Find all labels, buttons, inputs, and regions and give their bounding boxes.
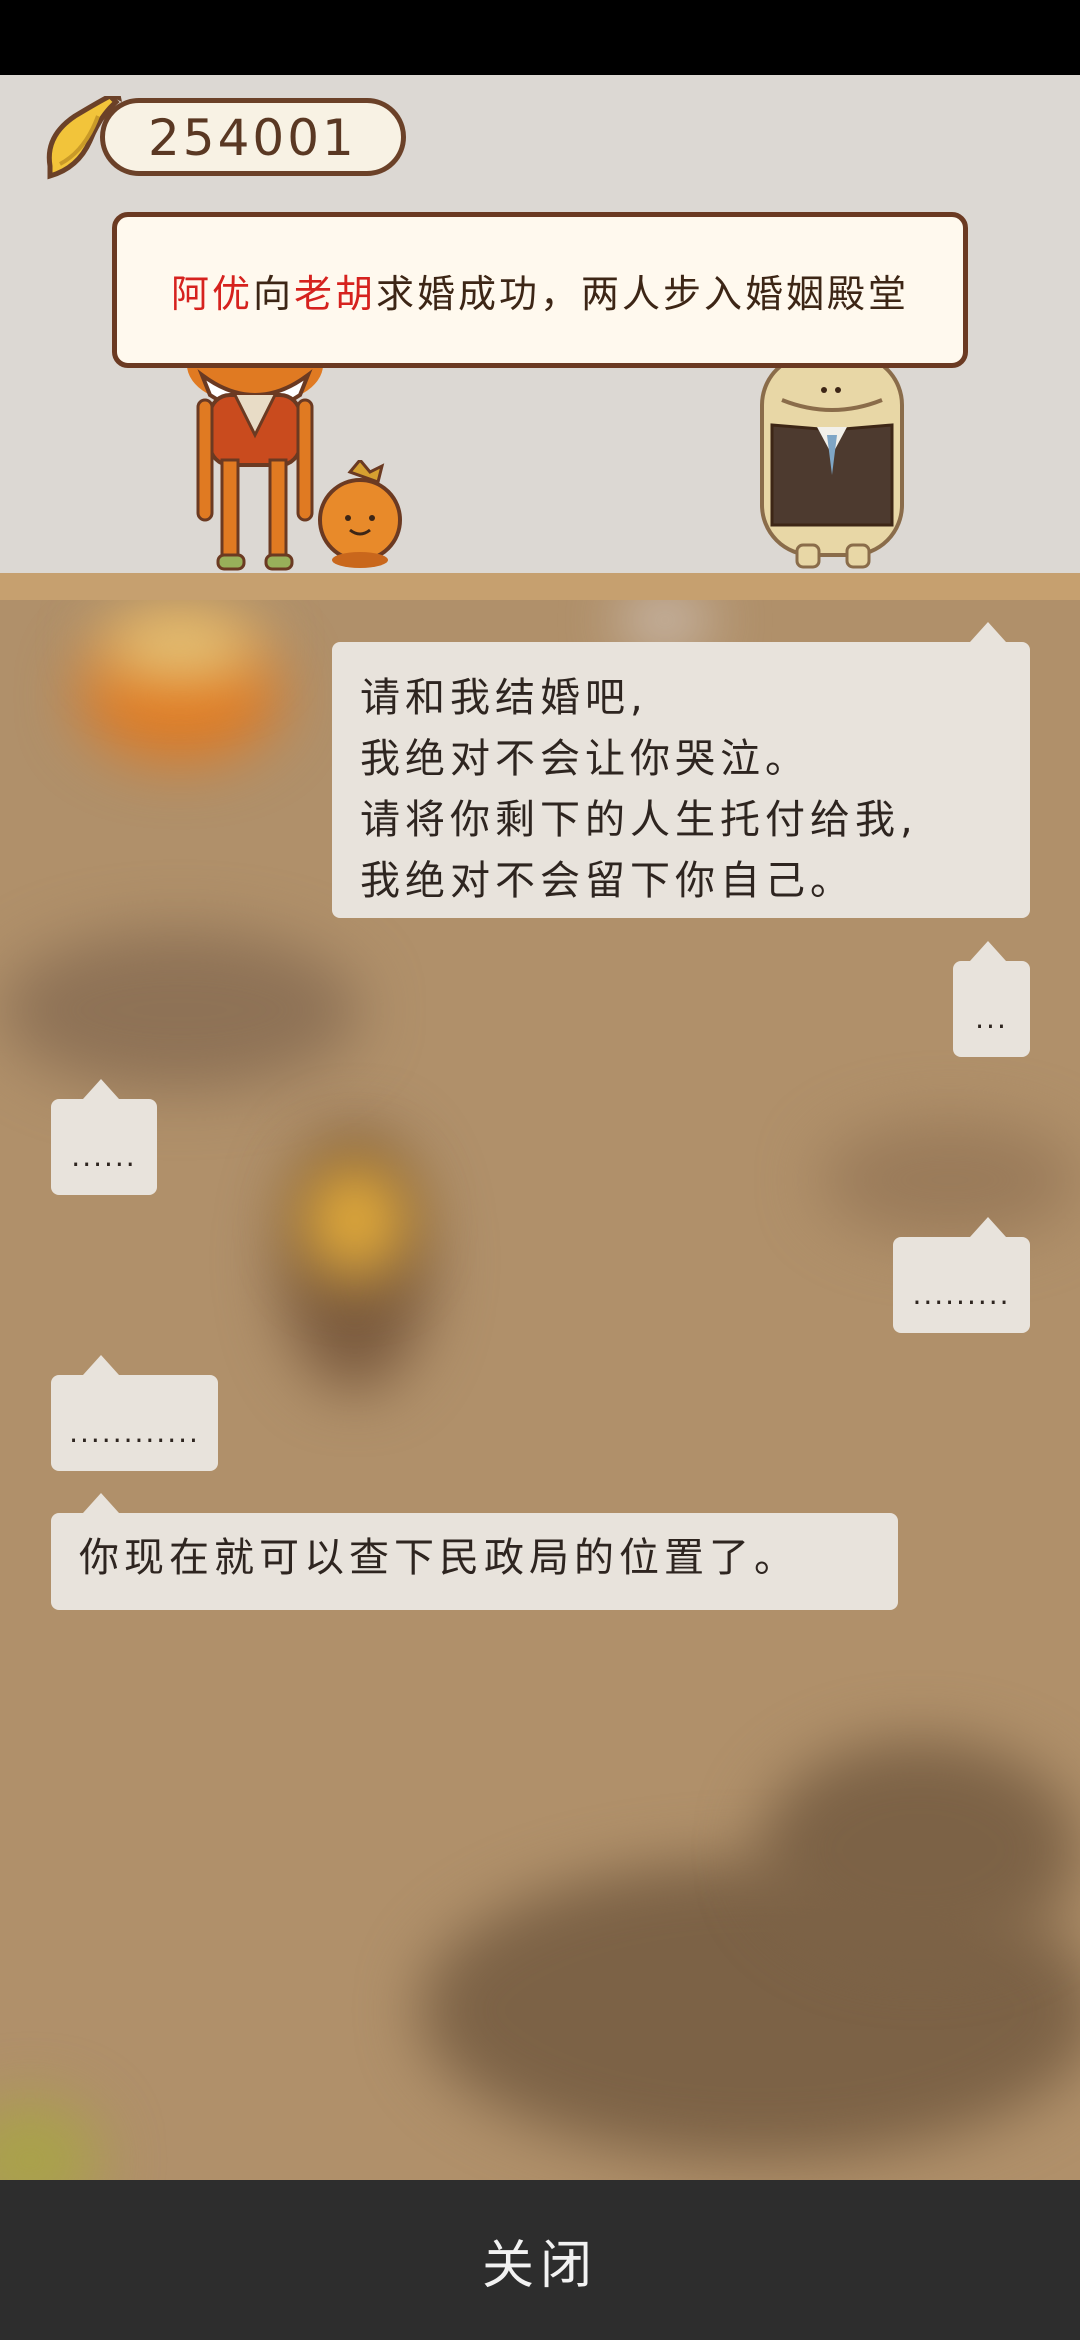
message-line: 你现在就可以查下民政局的位置了。: [79, 1535, 799, 1581]
close-button-label: 关闭: [481, 2235, 598, 2296]
character-small: [318, 460, 402, 568]
status-bar: [0, 0, 1080, 75]
message-line: 请和我结婚吧,: [360, 675, 648, 721]
message-bubble: ...: [953, 941, 1030, 1057]
message-bubble: ......: [51, 1079, 157, 1195]
banner-text-2: 求婚成功，两人步入婚姻殿堂: [376, 271, 910, 316]
message-line: 我绝对不会让你哭泣。: [360, 736, 810, 782]
coin-value: 254001: [148, 109, 357, 167]
message-bubble: 请和我结婚吧, 我绝对不会让你哭泣。 请将你剩下的人生托付给我, 我绝对不会留下…: [332, 622, 1030, 918]
close-button[interactable]: 关闭: [0, 2180, 1080, 2340]
banner-name-1: 阿优: [170, 271, 253, 316]
banner-text-1: 向: [252, 271, 294, 316]
message-bubble: .........: [893, 1217, 1030, 1333]
banana-icon: [46, 96, 122, 180]
message-line: .........: [912, 1278, 1011, 1311]
message-line: 我绝对不会留下你自己。: [360, 858, 855, 904]
game-screen: 254001 阿优向老胡 求婚成功，两人步入婚姻殿堂 请和我结婚吧, 我绝对不会让…: [0, 0, 1080, 2340]
character-right: [760, 355, 904, 569]
banner-name-2: 老胡: [294, 271, 377, 316]
message-line: ......: [71, 1140, 137, 1173]
event-banner: 阿优向老胡 求婚成功，两人步入婚姻殿堂: [112, 212, 968, 368]
character-left: [187, 355, 323, 571]
message-line: 请将你剩下的人生托付给我,: [360, 797, 918, 843]
floor-strip: [0, 573, 1080, 600]
message-line: ...: [975, 1002, 1008, 1035]
message-bubble: 你现在就可以查下民政局的位置了。: [51, 1493, 898, 1610]
coin-counter: 254001: [30, 96, 406, 180]
message-line: ............: [69, 1416, 200, 1449]
message-bubble: ............: [51, 1355, 218, 1471]
